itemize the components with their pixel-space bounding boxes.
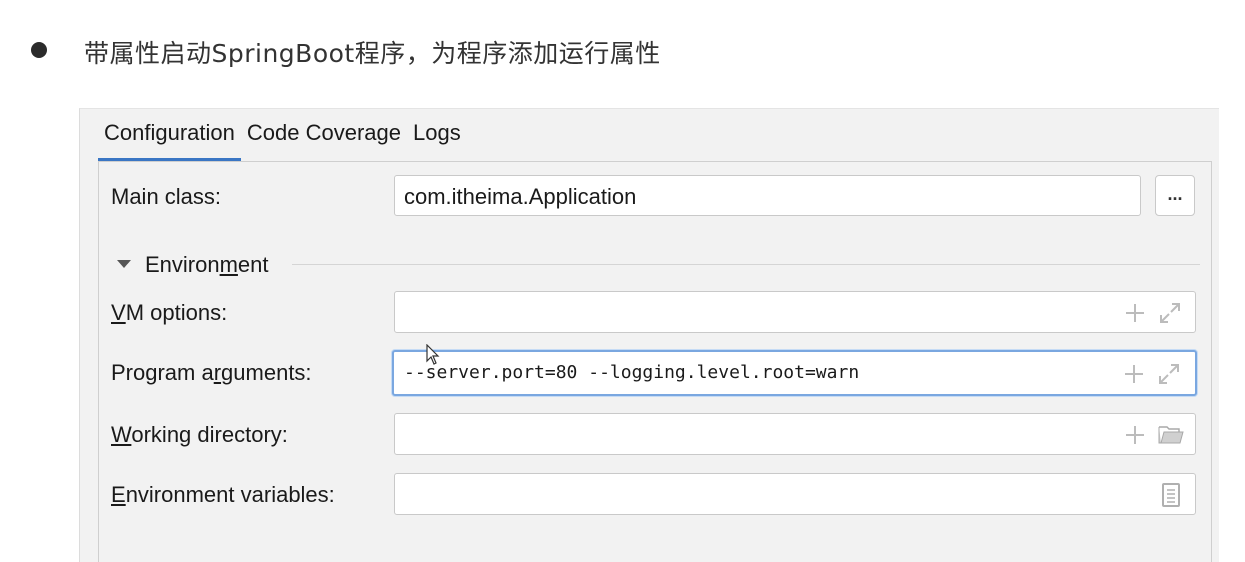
plus-icon[interactable]: [1125, 365, 1143, 383]
environment-variables-label: Environment variables:: [111, 482, 335, 507]
main-class-field[interactable]: com.itheima.Application: [394, 175, 1141, 216]
run-configuration-panel: Configuration Code Coverage Logs Main cl…: [79, 108, 1219, 562]
tab-configuration[interactable]: Configuration: [98, 117, 241, 162]
plus-icon[interactable]: [1126, 426, 1144, 444]
working-directory-field[interactable]: [394, 413, 1196, 455]
tab-logs[interactable]: Logs: [407, 117, 467, 159]
expand-icon[interactable]: [1158, 301, 1182, 325]
main-class-value: com.itheima.Application: [404, 184, 637, 209]
configuration-content: Main class: com.itheima.Application ... …: [98, 162, 1212, 562]
vm-options-field[interactable]: [394, 291, 1196, 333]
expand-icon[interactable]: [1157, 362, 1181, 386]
vm-options-label: VM options:: [111, 300, 228, 325]
plus-icon[interactable]: [1126, 304, 1144, 322]
environment-section-divider: [292, 264, 1200, 265]
mouse-cursor-icon: [426, 344, 440, 365]
environment-section-label: Environment: [145, 252, 269, 277]
slide-heading: 带属性启动SpringBoot程序，为程序添加运行属性: [84, 39, 661, 68]
bullet-dot: [31, 42, 47, 58]
program-arguments-field[interactable]: --server.port=80 --logging.level.root=wa…: [392, 350, 1197, 396]
main-class-label: Main class:: [111, 184, 222, 209]
program-arguments-value: --server.port=80 --logging.level.root=wa…: [404, 362, 860, 383]
environment-variables-field[interactable]: [394, 473, 1196, 515]
slide: 带属性启动SpringBoot程序，为程序添加运行属性 Configuratio…: [0, 0, 1245, 562]
working-directory-label: Working directory:: [111, 422, 288, 447]
program-arguments-label: Program arguments:: [111, 360, 312, 385]
browse-main-class-button[interactable]: ...: [1155, 175, 1195, 216]
document-icon[interactable]: [1161, 483, 1181, 507]
triangle-down-icon: [117, 260, 131, 268]
tab-code-coverage[interactable]: Code Coverage: [241, 117, 407, 159]
tab-bar: Configuration Code Coverage Logs: [98, 117, 467, 167]
folder-icon[interactable]: [1158, 423, 1184, 445]
